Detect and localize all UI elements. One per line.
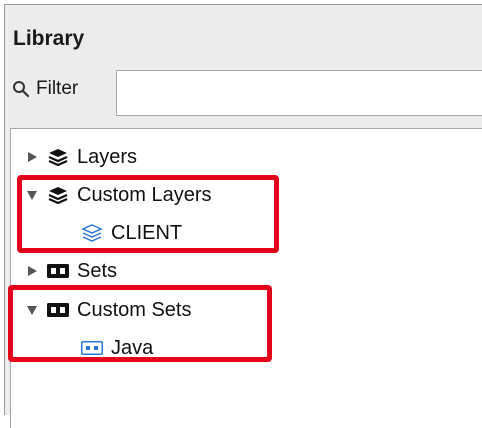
caret-right-icon[interactable]: [25, 264, 39, 278]
caret-right-icon[interactable]: [25, 150, 39, 164]
tree-item-label: Sets: [77, 259, 118, 282]
tree-item-sets[interactable]: Sets: [25, 256, 117, 286]
filter-input[interactable]: [116, 70, 482, 116]
library-title: Library: [13, 27, 85, 50]
search-icon: [12, 80, 30, 98]
library-tree: Layers Custom Layers CLIENT Sets Custom …: [10, 128, 482, 428]
highlight-box-custom-sets: [8, 285, 272, 362]
highlight-box-custom-layers: [17, 175, 279, 253]
layers-icon: [47, 147, 69, 167]
set-icon: [47, 261, 69, 281]
tree-item-layers[interactable]: Layers: [25, 142, 137, 172]
tree-item-label: Layers: [77, 145, 138, 168]
filter-label: Filter: [36, 78, 79, 99]
